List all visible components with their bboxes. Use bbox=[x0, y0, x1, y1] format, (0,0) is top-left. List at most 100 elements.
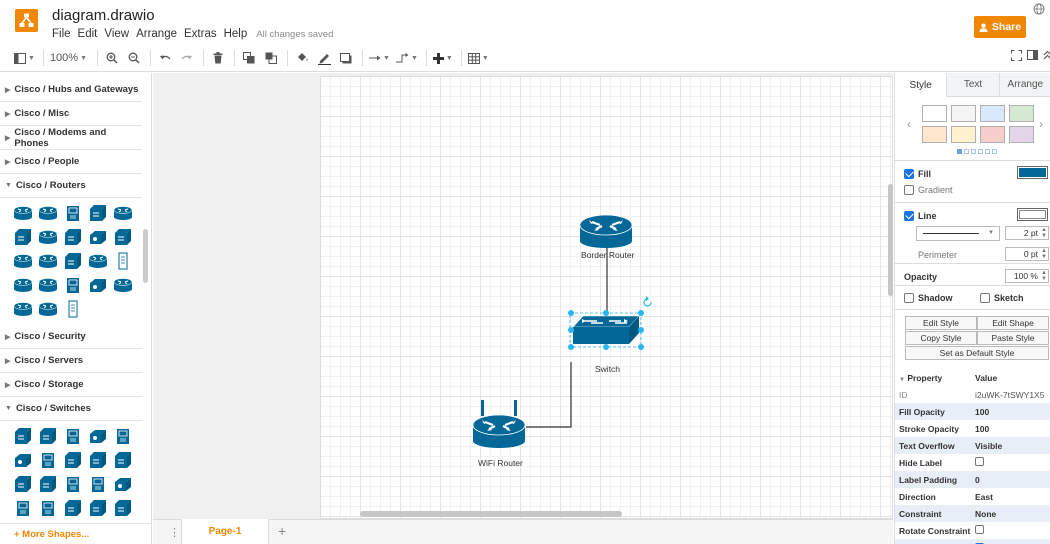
property-row[interactable]: ID i2uWK-7tSWY1X5 bbox=[895, 386, 1050, 403]
border-router-label[interactable]: Border Router bbox=[581, 250, 634, 260]
cisco-shape-icon[interactable] bbox=[87, 474, 108, 493]
cisco-shape-icon[interactable] bbox=[112, 426, 133, 445]
cisco-shape-icon[interactable] bbox=[87, 251, 108, 270]
cisco-shape-icon[interactable] bbox=[12, 299, 33, 318]
cisco-shape-icon[interactable] bbox=[112, 474, 133, 493]
paste-style-button[interactable]: Paste Style bbox=[977, 331, 1049, 345]
redo-icon[interactable] bbox=[179, 48, 195, 68]
property-row[interactable]: Connectable bbox=[895, 539, 1050, 544]
cisco-shape-icon[interactable] bbox=[37, 474, 58, 493]
add-page-icon[interactable]: + bbox=[278, 523, 286, 539]
diagram-canvas[interactable]: Border Router Switch WiFi Router bbox=[153, 73, 893, 519]
menu-arrange[interactable]: Arrange bbox=[136, 28, 177, 40]
table-icon[interactable]: ▼ bbox=[467, 48, 489, 68]
shadow-icon[interactable] bbox=[338, 48, 354, 68]
cisco-shape-icon[interactable] bbox=[12, 450, 33, 469]
swatch-page-dot[interactable] bbox=[985, 149, 990, 154]
category-cisco-hubs-and-gateways[interactable]: ▶ Cisco / Hubs and Gateways bbox=[0, 78, 142, 102]
spinner-icon[interactable]: ▲ ▼ bbox=[1041, 270, 1047, 282]
property-row[interactable]: Hide Label bbox=[895, 454, 1050, 471]
menu-edit[interactable]: Edit bbox=[78, 28, 98, 40]
property-value[interactable]: East bbox=[971, 492, 1050, 502]
property-value[interactable] bbox=[971, 525, 1050, 536]
property-column-header[interactable]: ▼ Property bbox=[895, 373, 971, 383]
menu-view[interactable]: View bbox=[104, 28, 129, 40]
sketch-checkbox[interactable] bbox=[980, 293, 990, 303]
style-swatch[interactable] bbox=[980, 126, 1005, 143]
border-router-node[interactable] bbox=[579, 214, 633, 248]
rotate-handle-icon[interactable] bbox=[643, 296, 652, 307]
menu-help[interactable]: Help bbox=[224, 28, 248, 40]
category-cisco-servers[interactable]: ▶ Cisco / Servers bbox=[0, 349, 142, 373]
insert-icon[interactable]: ▼ bbox=[432, 48, 453, 68]
copy-style-button[interactable]: Copy Style bbox=[905, 331, 977, 345]
property-row[interactable]: Label Padding 0 bbox=[895, 471, 1050, 488]
connection-icon[interactable]: ▼ bbox=[369, 48, 390, 68]
drawio-logo[interactable] bbox=[15, 9, 38, 32]
cisco-shape-icon[interactable] bbox=[12, 203, 33, 222]
line-color-picker[interactable] bbox=[1017, 208, 1048, 221]
cisco-shape-icon[interactable] bbox=[12, 498, 33, 517]
cisco-shape-icon[interactable] bbox=[87, 275, 108, 294]
cisco-shape-icon[interactable] bbox=[87, 426, 108, 445]
category-cisco-people[interactable]: ▶ Cisco / People bbox=[0, 150, 142, 174]
waypoints-icon[interactable]: ▼ bbox=[395, 48, 418, 68]
property-row[interactable]: Rotate Constraint bbox=[895, 522, 1050, 539]
cisco-shape-icon[interactable] bbox=[37, 498, 58, 517]
category-cisco-modems-and-phones[interactable]: ▶ Cisco / Modems and Phones bbox=[0, 126, 142, 150]
canvas-vertical-scrollbar[interactable] bbox=[888, 184, 893, 296]
property-value[interactable]: 100 bbox=[971, 407, 1050, 417]
perimeter-input[interactable]: 0 pt ▲ ▼ bbox=[1005, 247, 1049, 261]
fill-checkbox[interactable] bbox=[904, 169, 914, 179]
line-color-icon[interactable] bbox=[316, 48, 332, 68]
cisco-shape-icon[interactable] bbox=[112, 275, 133, 294]
property-checkbox[interactable] bbox=[975, 525, 984, 534]
cisco-shape-icon[interactable] bbox=[112, 498, 133, 517]
fullscreen-icon[interactable] bbox=[1011, 50, 1022, 64]
property-value[interactable]: Visible bbox=[971, 441, 1050, 451]
swatch-next-icon[interactable]: › bbox=[1039, 117, 1043, 131]
cisco-shape-icon[interactable] bbox=[112, 203, 133, 222]
cisco-shape-icon[interactable] bbox=[87, 450, 108, 469]
swatch-page-dot[interactable] bbox=[978, 149, 983, 154]
style-swatch[interactable] bbox=[951, 105, 976, 122]
cisco-shape-icon[interactable] bbox=[62, 299, 83, 318]
cisco-shape-icon[interactable] bbox=[37, 450, 58, 469]
style-swatch[interactable] bbox=[922, 126, 947, 143]
swatch-prev-icon[interactable]: ‹ bbox=[907, 117, 911, 131]
cisco-shape-icon[interactable] bbox=[87, 498, 108, 517]
property-row[interactable]: Stroke Opacity 100 bbox=[895, 420, 1050, 437]
more-shapes-button[interactable]: + More Shapes... bbox=[0, 523, 152, 544]
property-value[interactable]: 0 bbox=[971, 475, 1050, 485]
to-back-icon[interactable] bbox=[263, 48, 279, 68]
wifi-router-node[interactable] bbox=[472, 400, 526, 448]
delete-icon[interactable] bbox=[210, 48, 226, 68]
zoom-in-icon[interactable] bbox=[104, 48, 120, 68]
cisco-shape-icon[interactable] bbox=[112, 251, 133, 270]
cisco-shape-icon[interactable] bbox=[62, 227, 83, 246]
cisco-shape-icon[interactable] bbox=[37, 251, 58, 270]
spinner-icon[interactable]: ▲ ▼ bbox=[1041, 227, 1047, 239]
page-tab[interactable]: Page-1 bbox=[181, 519, 269, 544]
canvas-horizontal-scrollbar[interactable] bbox=[360, 511, 622, 517]
fill-color-picker[interactable] bbox=[1017, 166, 1048, 179]
diagram-page[interactable]: Border Router Switch WiFi Router bbox=[320, 76, 893, 519]
opacity-input[interactable]: 100 % ▲ ▼ bbox=[1005, 269, 1049, 283]
pages-menu-icon[interactable]: ⋮ bbox=[169, 526, 180, 539]
cisco-shape-icon[interactable] bbox=[12, 426, 33, 445]
cisco-shape-icon[interactable] bbox=[112, 450, 133, 469]
set-default-style-button[interactable]: Set as Default Style bbox=[905, 346, 1049, 360]
property-row[interactable]: Fill Opacity 100 bbox=[895, 403, 1050, 420]
property-row[interactable]: Constraint None bbox=[895, 505, 1050, 522]
menu-file[interactable]: File bbox=[52, 28, 71, 40]
swatch-page-dot[interactable] bbox=[957, 149, 962, 154]
cisco-shape-icon[interactable] bbox=[37, 426, 58, 445]
edit-shape-button[interactable]: Edit Shape bbox=[977, 316, 1049, 330]
switch-node[interactable] bbox=[572, 315, 640, 344]
style-swatch[interactable] bbox=[951, 126, 976, 143]
spinner-icon[interactable]: ▲ ▼ bbox=[1041, 248, 1047, 260]
cisco-shape-icon[interactable] bbox=[62, 251, 83, 270]
category-cisco-security[interactable]: ▶ Cisco / Security bbox=[0, 325, 142, 349]
tab-style[interactable]: Style bbox=[895, 73, 947, 97]
property-value[interactable] bbox=[971, 457, 1050, 468]
